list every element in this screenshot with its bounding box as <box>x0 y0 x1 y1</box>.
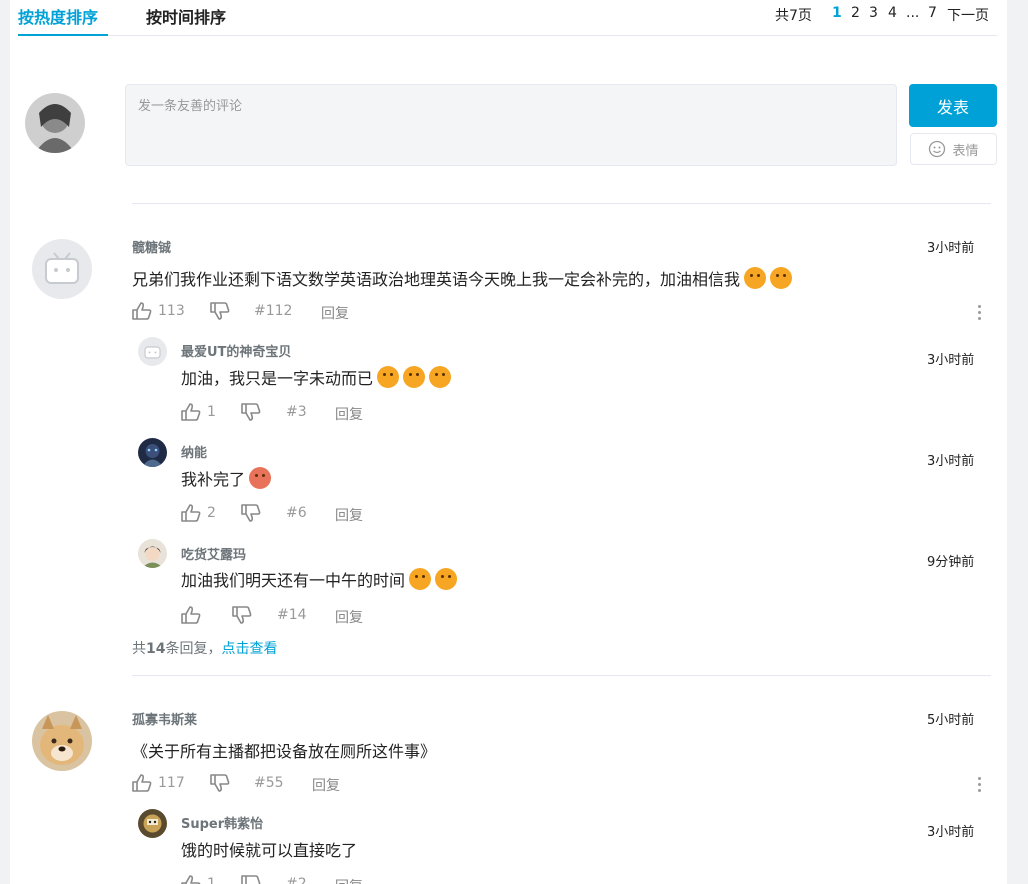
doge-emoji-icon <box>403 366 426 388</box>
pager-page-3[interactable]: 3 <box>869 5 878 21</box>
avatar[interactable] <box>138 337 167 366</box>
reply-summary-suffix: 条回复， <box>165 641 222 657</box>
more-options-icon[interactable] <box>978 777 982 795</box>
reply-content: 加油，我只是一字未动而已 <box>181 365 452 389</box>
doge-emoji-icon <box>409 568 432 590</box>
comment-username[interactable]: 孤寡韦斯莱 <box>132 709 197 728</box>
comment-divider <box>132 675 991 676</box>
emoji-button[interactable]: 表情 <box>910 133 997 165</box>
reply-count: 14 <box>146 641 166 657</box>
floor-number: #3 <box>286 404 307 420</box>
thumbs-up-icon[interactable] <box>132 302 152 320</box>
avatar[interactable] <box>138 539 167 568</box>
like-count: 117 <box>158 775 185 791</box>
doge-emoji-icon <box>744 267 767 289</box>
default-avatar-icon <box>144 346 161 359</box>
pager-page-1[interactable]: 1 <box>832 5 842 21</box>
reply-button[interactable]: 回复 <box>312 775 340 795</box>
reply-content: 我补完了 <box>181 466 272 490</box>
reply-button[interactable]: 回复 <box>335 876 363 884</box>
reply-button[interactable]: 回复 <box>335 404 363 424</box>
my-avatar[interactable] <box>25 93 85 153</box>
pager-page-4[interactable]: 4 <box>888 5 897 21</box>
thumbs-down-icon[interactable] <box>241 403 261 421</box>
reply-button[interactable]: 回复 <box>335 505 363 525</box>
thumbs-down-icon[interactable] <box>210 302 230 320</box>
floor-number: #14 <box>277 607 307 623</box>
reply-time: 3小时前 <box>927 825 975 840</box>
comment-content: 《关于所有主播都把设备放在厕所这件事》 <box>132 742 437 761</box>
comment-panel: 按热度排序 按时间排序 共7页 1 2 3 4 ... 7 下一页 发表 表情 … <box>10 0 1007 884</box>
reply-text: 加油我们明天还有一中午的时间 <box>181 571 406 590</box>
comment-username[interactable]: 髋糖铖 <box>132 237 171 256</box>
tab-sort-time[interactable]: 按时间排序 <box>146 4 226 28</box>
header-divider <box>18 35 997 36</box>
thumbs-down-icon[interactable] <box>241 875 261 884</box>
reply-username[interactable]: 最爱UT的神奇宝贝 <box>181 341 291 360</box>
pager-page-2[interactable]: 2 <box>851 5 860 21</box>
active-tab-underline <box>18 34 108 36</box>
emoji-button-label: 表情 <box>952 143 979 159</box>
reply-button[interactable]: 回复 <box>321 303 349 323</box>
like-count: 1 <box>207 404 216 420</box>
pager-ellipsis: ... <box>906 5 920 21</box>
reply-summary: 共14条回复，点击查看 <box>132 638 277 658</box>
reply-button[interactable]: 回复 <box>335 607 363 627</box>
floor-number: #112 <box>254 303 293 319</box>
reply-summary-prefix: 共 <box>132 641 146 657</box>
avatar[interactable] <box>138 438 167 467</box>
thumbs-up-icon[interactable] <box>181 403 201 421</box>
post-button[interactable]: 发表 <box>909 84 997 127</box>
laughing-emoji-icon <box>249 467 272 489</box>
like-count: 1 <box>207 876 216 884</box>
view-replies-link[interactable]: 点击查看 <box>221 641 277 657</box>
doge-emoji-icon <box>435 568 458 590</box>
thumbs-up-icon[interactable] <box>181 504 201 522</box>
reply-content: 加油我们明天还有一中午的时间 <box>181 567 458 591</box>
thumbs-down-icon[interactable] <box>232 606 252 624</box>
avatar[interactable] <box>32 239 92 299</box>
smiley-icon <box>929 140 946 158</box>
reply-text: 我补完了 <box>181 470 246 489</box>
pager-page-last[interactable]: 7 <box>928 5 937 21</box>
comment-time: 3小时前 <box>927 241 975 256</box>
reply-time: 3小时前 <box>927 454 975 469</box>
reply-username[interactable]: 纳能 <box>181 442 207 461</box>
reply-username[interactable]: 吃货艾露玛 <box>181 544 246 563</box>
like-count: 2 <box>207 505 216 521</box>
floor-number: #2 <box>286 876 307 884</box>
comment-text: 兄弟们我作业还剩下语文数学英语政治地理英语今天晚上我一定会补完的，加油相信我 <box>132 270 741 289</box>
comment-divider <box>132 203 991 204</box>
doge-emoji-icon <box>377 366 400 388</box>
avatar[interactable] <box>138 809 167 838</box>
floor-number: #6 <box>286 505 307 521</box>
reply-username[interactable]: Super韩紫怡 <box>181 813 263 832</box>
thumbs-up-icon[interactable] <box>181 606 201 624</box>
tab-sort-hot[interactable]: 按热度排序 <box>18 4 98 28</box>
doge-emoji-icon <box>770 267 793 289</box>
comment-input[interactable] <box>125 84 897 166</box>
comment-content: 兄弟们我作业还剩下语文数学英语政治地理英语今天晚上我一定会补完的，加油相信我 <box>132 266 793 290</box>
reply-time: 9分钟前 <box>927 555 975 570</box>
reply-text: 加油，我只是一字未动而已 <box>181 369 374 388</box>
floor-number: #55 <box>254 775 284 791</box>
thumbs-up-icon[interactable] <box>181 875 201 884</box>
doge-emoji-icon <box>429 366 452 388</box>
pager-next-button[interactable]: 下一页 <box>947 5 989 25</box>
reply-content: 饿的时候就可以直接吃了 <box>181 841 358 860</box>
comment-time: 5小时前 <box>927 713 975 728</box>
avatar[interactable] <box>32 711 92 771</box>
like-count: 113 <box>158 303 185 319</box>
pager-total: 共7页 <box>775 8 812 24</box>
default-avatar-icon <box>45 252 79 284</box>
reply-time: 3小时前 <box>927 353 975 368</box>
thumbs-down-icon[interactable] <box>210 774 230 792</box>
thumbs-down-icon[interactable] <box>241 504 261 522</box>
more-options-icon[interactable] <box>978 305 982 323</box>
thumbs-up-icon[interactable] <box>132 774 152 792</box>
